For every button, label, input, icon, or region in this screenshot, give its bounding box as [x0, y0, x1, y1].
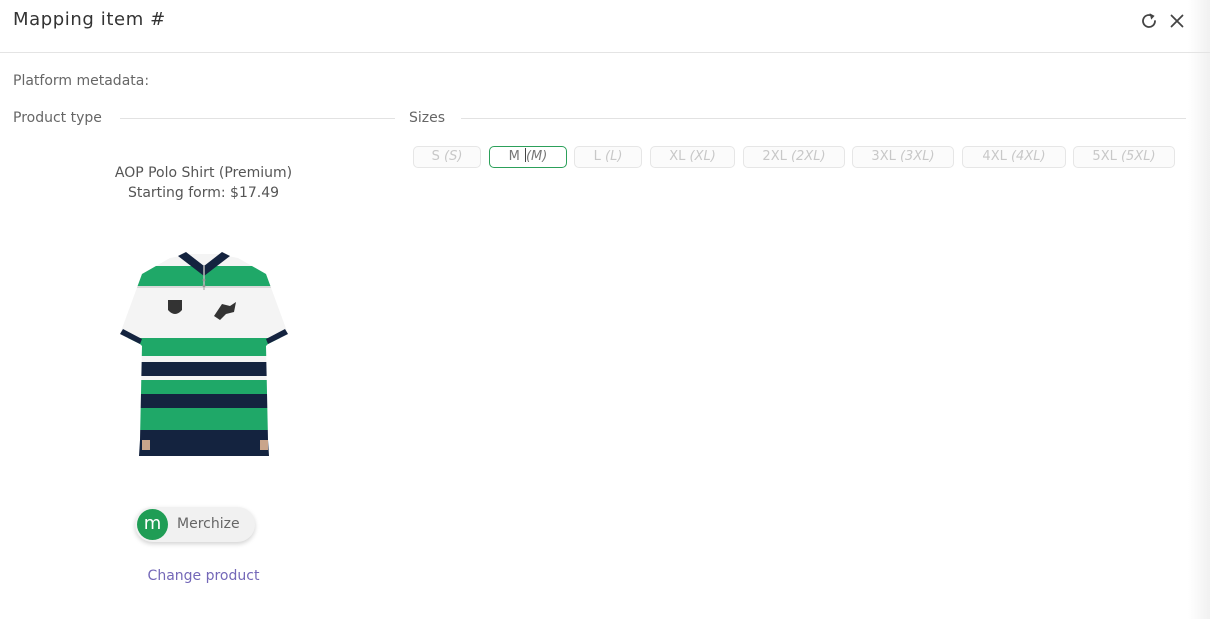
size-alias: (5XL) — [1120, 149, 1156, 164]
size-chip-xl[interactable]: XL (XL) — [650, 146, 735, 168]
section-divider — [120, 118, 395, 119]
size-alias: (XL) — [689, 149, 716, 164]
modal-header: Mapping item # — [0, 0, 1210, 53]
size-label: 3XL — [871, 149, 896, 164]
size-alias: (4XL) — [1010, 149, 1046, 164]
size-alias: (L) — [605, 149, 623, 164]
vendor-chip[interactable]: m Merchize — [135, 507, 255, 542]
size-label: S — [431, 149, 440, 164]
size-chip-3xl[interactable]: 3XL (3XL) — [852, 146, 954, 168]
size-chip-l[interactable]: L (L) — [574, 146, 642, 168]
size-alias: (2XL) — [790, 149, 826, 164]
modal-title: Mapping item # — [13, 9, 166, 30]
size-label: 2XL — [762, 149, 787, 164]
size-chip-s[interactable]: S (S) — [413, 146, 481, 168]
product-image — [118, 250, 290, 460]
size-alias: (3XL) — [899, 149, 935, 164]
vendor-name: Merchize — [177, 516, 240, 532]
size-label: 5XL — [1092, 149, 1117, 164]
panel-edge-shadow — [1188, 0, 1210, 619]
refresh-icon[interactable] — [1139, 11, 1159, 31]
change-product-link[interactable]: Change product — [13, 568, 394, 584]
size-chip-5xl[interactable]: 5XL (5XL) — [1073, 146, 1175, 168]
section-divider — [461, 118, 1186, 119]
product-starting-price: Starting form: $17.49 — [127, 185, 280, 201]
size-label: 4XL — [982, 149, 1007, 164]
merchize-logo-icon: m — [137, 509, 168, 540]
size-label: L — [593, 149, 601, 164]
size-chip-2xl[interactable]: 2XL (2XL) — [743, 146, 845, 168]
product-name: AOP Polo Shirt (Premium) — [114, 165, 293, 181]
size-label: XL — [669, 149, 686, 164]
size-alias: (M) — [525, 149, 548, 164]
size-label: M — [508, 149, 520, 164]
size-chip-m[interactable]: M (M) — [489, 146, 567, 168]
size-chip-4xl[interactable]: 4XL (4XL) — [962, 146, 1066, 168]
sizes-label: Sizes — [409, 110, 452, 126]
product-type-label: Product type — [13, 110, 108, 126]
platform-metadata-label: Platform metadata: — [13, 73, 150, 89]
size-alias: (S) — [444, 149, 463, 164]
close-icon[interactable] — [1167, 11, 1187, 31]
